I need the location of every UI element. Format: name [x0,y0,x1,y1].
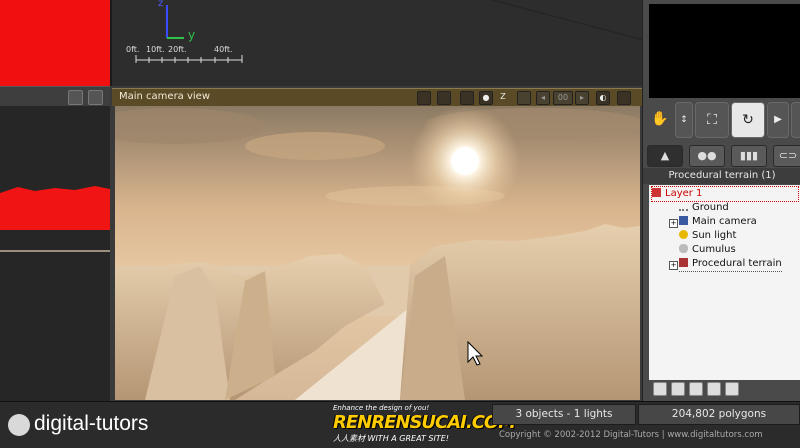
watermark: Enhance the design of you! RENRENSUCAI.C… [333,404,516,444]
camera-settings-icon[interactable] [437,91,451,105]
tree-item-label: Sun light [692,230,737,241]
cloud-icon [679,244,688,253]
tree-item-label: Layer 1 [665,188,703,199]
play-icon[interactable]: ▶ [767,102,789,138]
more-icon[interactable] [791,102,800,138]
tree-item-main-camera[interactable]: Main camera [679,215,757,229]
sun-icon [679,230,688,239]
spheres-tab-icon[interactable]: ●● [689,145,725,167]
hand-icon[interactable]: ✋ [649,102,671,136]
camera-icon[interactable] [68,90,83,105]
camera-icon[interactable] [417,91,431,105]
next-icon[interactable]: ▸ [575,91,589,105]
watermark-sub: 人人素材 WITH A GREAT SITE! [333,434,449,443]
books-tab-icon[interactable]: ▮▮▮ [731,145,767,167]
chain-tab-icon[interactable]: ⊂⊃ [773,145,800,167]
camera-render-view[interactable] [115,106,640,400]
panel-tabs: ▲ ●● ▮▮▮ ⊂⊃ [647,145,800,167]
prev-icon[interactable]: ◂ [536,91,550,105]
terrain-preview-shape [0,186,110,230]
polygon-count: 204,802 polygons [638,404,800,425]
camera-icon [679,216,688,225]
status-bar: digital-tutors Enhance the design of you… [0,401,800,448]
watermark-name: RENRENSUCAI.COM [333,412,516,433]
tree-item-label: Ground [692,202,729,213]
camera-view-header: Main camera view ● Z ◂ 00 ▸ ◐ [112,88,642,106]
tree-item-label: Main camera [692,216,757,227]
scale-tick-label: 20ft. [168,45,187,54]
rotate-icon[interactable]: ↻ [731,102,765,138]
delete-icon[interactable] [671,382,685,396]
scale-tick-label: 0ft. [126,45,140,54]
record-icon[interactable]: ● [479,91,493,105]
tree-item-label: Procedural terrain [692,258,782,269]
tree-item-layer-1[interactable]: Layer 1 [651,186,799,202]
terrain-icon [679,258,688,267]
horizon-line [0,250,110,252]
first-frame-icon[interactable] [517,91,531,105]
display-icon[interactable] [460,91,474,105]
frame-icon[interactable]: ⛶ [695,102,729,138]
axis-z-label: z [158,0,164,9]
object-tree-toolbar [647,382,800,398]
tree-item-label: Cumulus [692,244,736,255]
link-icon[interactable] [707,382,721,396]
left-viewport-toolbar [0,86,110,107]
top-viewport[interactable]: z y 0ft. 10ft. 20ft. 40ft. [110,0,644,86]
move-icon[interactable]: ↕ [675,102,693,138]
save-icon[interactable] [617,91,631,105]
camera-settings-icon[interactable] [88,90,103,105]
expand-toggle[interactable]: + [669,261,678,270]
right-panel: ✋ ↕ ⛶ ↻ ▶ ▲ ●● ▮▮▮ ⊂⊃ Procedural terrain… [642,0,800,401]
copyright: Copyright © 2002-2012 Digital-Tutors | w… [499,430,763,440]
half-icon[interactable]: ◐ [596,91,610,105]
new-layer-icon[interactable] [653,382,667,396]
left-viewport-top[interactable] [0,0,110,86]
group-icon[interactable] [689,382,703,396]
ground-icon [679,204,688,211]
object-tree: Layer 1 Ground + Main camera Sun light C… [649,185,800,380]
tree-item-cumulus[interactable]: Cumulus [679,243,736,257]
scale-tick-label: 40ft. [214,45,233,54]
object-count: 3 objects - 1 lights [492,404,636,425]
zoom-button[interactable]: Z [497,91,509,103]
scale-tick-label: 10ft. [146,45,165,54]
left-viewport[interactable] [0,106,110,401]
object-tree-title: Procedural terrain (1) [643,168,800,184]
tree-item-ground[interactable]: Ground [679,201,729,215]
brand-name: digital-tutors [34,412,149,435]
options-icon[interactable] [725,382,739,396]
frame-counter[interactable]: 00 [553,91,573,105]
preview-viewport[interactable] [649,4,800,98]
terrain-tab-icon[interactable]: ▲ [647,145,683,167]
tree-item-procedural-terrain[interactable]: Procedural terrain [679,257,782,272]
layer-icon [652,188,661,197]
tree-item-sun-light[interactable]: Sun light [679,229,736,243]
expand-toggle[interactable]: + [669,219,678,228]
watermark-tagline: Enhance the design of you! [333,404,430,412]
axis-y-label: y [188,28,196,42]
camera-view-title: Main camera view [119,91,211,102]
navigation-toolbar: ✋ ↕ ⛶ ↻ ▶ [647,102,800,142]
digital-tutors-logo [8,414,30,436]
axis-gizmo [135,0,644,63]
